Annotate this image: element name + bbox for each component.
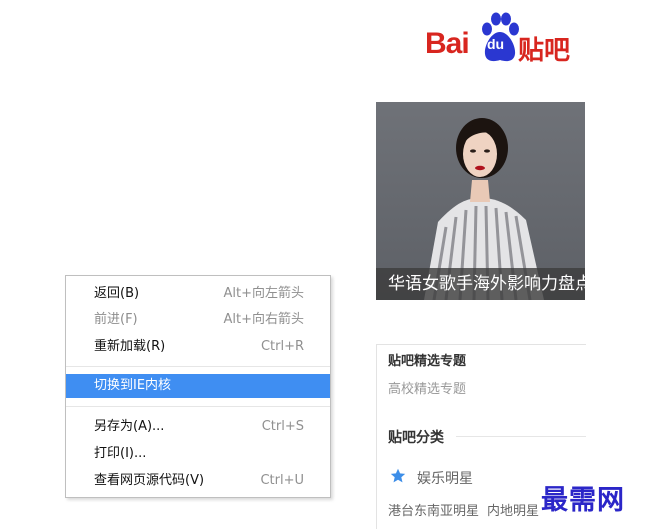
entertainment-category-link[interactable]: 娱乐明星 (417, 468, 473, 488)
menu-item-save-as[interactable]: 另存为(A)... Ctrl+S (66, 415, 330, 439)
menu-item-reload[interactable]: 重新加载(R) Ctrl+R (66, 335, 330, 359)
subcategory-links: 港台东南亚明星 内地明星 (388, 500, 547, 519)
menu-item-label: 返回(B) (94, 286, 140, 301)
menu-item-shortcut: Ctrl+S (261, 419, 304, 434)
category-divider (456, 436, 586, 437)
menu-separator (66, 406, 330, 407)
category-header: 贴吧分类 (388, 427, 586, 446)
menu-separator (66, 366, 330, 367)
logo-du-text: du (487, 36, 505, 52)
menu-item-back[interactable]: 返回(B) Alt+向左箭头 (66, 282, 330, 306)
menu-item-switch-ie-core[interactable]: 切换到IE内核 (66, 374, 330, 398)
menu-item-forward[interactable]: 前进(F) Alt+向右箭头 (66, 308, 330, 332)
menu-item-label: 另存为(A)... (94, 419, 165, 434)
logo-bai-text: Bai (425, 27, 470, 60)
watermark-text: 最需网 (541, 485, 625, 516)
featured-topics-heading: 贴吧精选专题 (388, 354, 467, 369)
featured-banner[interactable]: 华语女歌手海外影响力盘点 (376, 102, 585, 300)
menu-item-shortcut: Alt+向右箭头 (223, 312, 305, 327)
campus-topics-link[interactable]: 高校精选专题 (388, 378, 466, 397)
star-icon (390, 468, 406, 483)
baidu-tieba-logo[interactable]: Bai du 贴吧 (425, 12, 585, 66)
menu-item-view-source[interactable]: 查看网页源代码(V) Ctrl+U (66, 469, 330, 493)
menu-item-label: 打印(I)... (94, 446, 147, 461)
subcategory-link[interactable]: 内地明星 (487, 504, 539, 519)
logo-tieba-text: 贴吧 (518, 36, 571, 66)
category-title: 贴吧分类 (388, 430, 452, 446)
menu-item-print[interactable]: 打印(I)... (66, 442, 330, 466)
menu-item-label: 查看网页源代码(V) (94, 473, 205, 488)
menu-item-label: 切换到IE内核 (94, 378, 172, 393)
menu-item-shortcut: Alt+向左箭头 (223, 286, 305, 301)
menu-item-label: 前进(F) (94, 312, 138, 327)
banner-caption: 华语女歌手海外影响力盘点 (376, 268, 585, 300)
subcategory-link[interactable]: 港台东南亚明星 (388, 504, 479, 519)
menu-item-shortcut: Ctrl+R (260, 339, 304, 354)
menu-item-label: 重新加载(R) (94, 339, 166, 354)
menu-item-shortcut: Ctrl+U (260, 473, 304, 488)
context-menu: 返回(B) Alt+向左箭头 前进(F) Alt+向右箭头 重新加载(R) Ct… (65, 275, 331, 498)
